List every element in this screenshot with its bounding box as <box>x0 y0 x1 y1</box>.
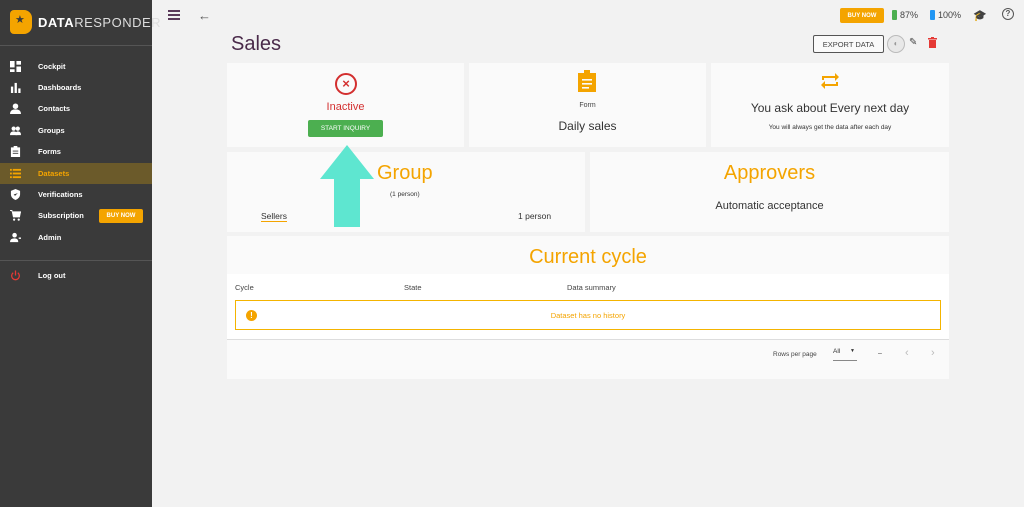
shield-check-icon <box>9 189 21 201</box>
app-logo[interactable]: DATARESPONDER <box>10 10 161 34</box>
delete-trash-icon[interactable] <box>928 37 937 48</box>
sidebar-item-admin[interactable]: Admin <box>0 227 152 248</box>
hamburger-menu-icon[interactable] <box>168 10 180 20</box>
column-header-data-summary[interactable]: Data summary <box>567 283 616 292</box>
export-data-button[interactable]: EXPORT DATA <box>813 35 884 53</box>
form-label: Form <box>579 102 596 109</box>
logo-text-light: RESPONDER <box>74 14 162 30</box>
logo-mark-icon <box>10 10 32 34</box>
sidebar-divider <box>0 260 152 261</box>
empty-state-text: Dataset has no history <box>550 311 626 320</box>
top-buy-now-button[interactable]: BUY NOW <box>840 8 884 23</box>
sidebar: DATARESPONDER Cockpit Dashboards Contact… <box>0 0 161 507</box>
schedule-subtitle: You will always get the data after each … <box>768 124 892 131</box>
rows-per-page-value: All <box>833 348 841 355</box>
group-count: (1 person) <box>390 191 420 198</box>
battery-status-green: 87% <box>892 10 918 20</box>
admin-icon <box>9 232 21 244</box>
column-header-cycle[interactable]: Cycle <box>235 283 254 292</box>
list-icon <box>9 168 21 180</box>
sidebar-item-datasets[interactable]: Datasets <box>0 163 152 184</box>
sidebar-item-label: Dashboards <box>38 83 82 92</box>
schedule-card: You ask about Every next day You will al… <box>711 63 949 147</box>
inactive-x-icon: × <box>335 73 357 95</box>
logo-text-bold: DATA <box>38 14 75 30</box>
next-page-icon[interactable]: › <box>931 347 935 359</box>
graduation-cap-icon[interactable]: 🎓 <box>973 9 987 22</box>
battery-green-icon <box>892 10 897 20</box>
start-inquiry-button[interactable]: START INQUIRY <box>308 120 383 137</box>
sidebar-item-label: Datasets <box>38 169 70 178</box>
sidebar-item-dashboards[interactable]: Dashboards <box>0 77 152 98</box>
sidebar-item-label: Contacts <box>38 104 71 113</box>
grid-icon <box>9 61 21 73</box>
sidebar-divider <box>0 45 152 46</box>
status-card: × Inactive START INQUIRY <box>227 63 464 147</box>
sidebar-item-label: Subscription <box>38 211 84 220</box>
battery-status-blue: 100% <box>930 10 961 20</box>
sidebar-item-label: Log out <box>38 271 66 280</box>
column-header-state[interactable]: State <box>404 283 422 292</box>
form-name: Daily sales <box>558 119 617 133</box>
group-icon <box>9 125 21 137</box>
empty-state-alert: ! Dataset has no history <box>235 300 941 330</box>
person-icon <box>9 103 21 115</box>
group-persons: 1 person <box>518 211 552 221</box>
battery-green-value: 87% <box>900 10 919 20</box>
clipboard-icon <box>578 70 596 92</box>
cart-icon <box>9 210 21 222</box>
edit-pencil-icon[interactable]: ✎ <box>909 37 917 48</box>
status-text: Inactive <box>326 101 365 113</box>
approvers-card: Approvers Automatic acceptance <box>590 152 949 232</box>
battery-blue-icon <box>930 10 935 20</box>
sidebar-item-groups[interactable]: Groups <box>0 120 152 141</box>
sidebar-item-cockpit[interactable]: Cockpit <box>0 56 152 77</box>
approvers-title: Approvers <box>723 162 816 184</box>
help-icon[interactable]: ? <box>1002 8 1014 20</box>
dropdown-arrow-icon: ▼ <box>850 348 855 354</box>
owner-avatar[interactable]: ◐ <box>887 35 905 53</box>
sidebar-item-forms[interactable]: Forms <box>0 141 152 162</box>
sidebar-item-label: Cockpit <box>38 62 66 71</box>
repeat-icon <box>821 73 839 89</box>
group-card: Group (1 person) Sellers 1 person <box>227 152 585 232</box>
sidebar-item-contacts[interactable]: Contacts <box>0 98 152 119</box>
battery-blue-value: 100% <box>938 10 962 20</box>
power-icon <box>9 270 21 282</box>
highlight-up-arrow <box>320 145 374 227</box>
rows-per-page-select[interactable]: All ▼ <box>833 348 857 361</box>
rows-per-page-label: Rows per page <box>773 351 817 358</box>
previous-page-icon[interactable]: ‹ <box>905 347 909 359</box>
bar-chart-icon <box>9 82 21 94</box>
cycle-title: Current cycle <box>529 246 647 268</box>
sidebar-item-logout[interactable]: Log out <box>0 265 152 286</box>
group-name-link[interactable]: Sellers <box>261 211 287 222</box>
pagination-range: – <box>878 350 882 357</box>
sidebar-item-label: Admin <box>38 233 62 242</box>
sidebar-item-label: Forms <box>38 147 61 156</box>
schedule-title: You ask about Every next day <box>750 101 910 115</box>
sidebar-item-label: Groups <box>38 126 65 135</box>
table-footer-divider <box>227 339 949 340</box>
current-cycle-card: Current cycle Cycle State Data summary !… <box>227 236 949 379</box>
page-title: Sales <box>231 33 282 55</box>
sidebar-buy-now-button[interactable]: BUY NOW <box>99 209 143 223</box>
sidebar-item-label: Verifications <box>38 190 83 199</box>
form-card: Form Daily sales <box>469 63 706 147</box>
clipboard-icon <box>9 146 21 158</box>
sidebar-item-verifications[interactable]: Verifications <box>0 184 152 205</box>
group-title: Group <box>377 162 433 184</box>
back-arrow-icon[interactable]: ← <box>198 8 211 23</box>
approvers-value: Automatic acceptance <box>715 200 824 212</box>
